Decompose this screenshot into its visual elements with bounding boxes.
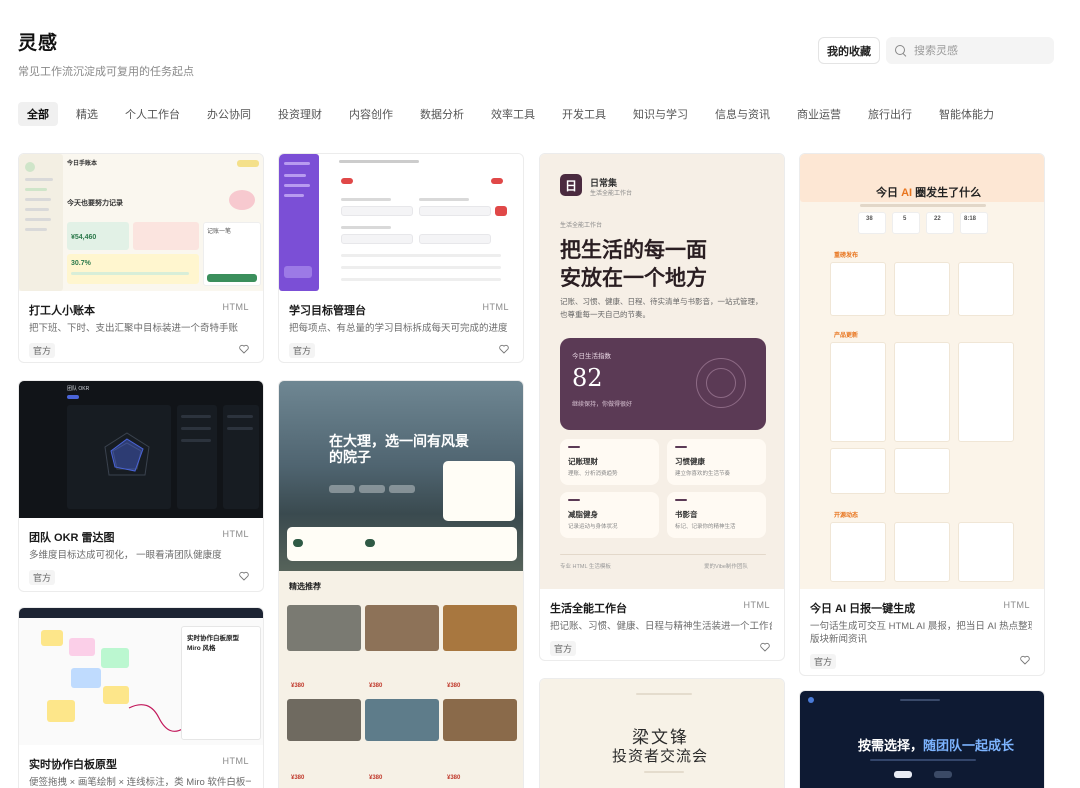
card-description: 把下班、下时、支出汇聚中目标装进一个奇特手账: [29, 323, 239, 334]
tab-all[interactable]: 全部: [18, 102, 58, 126]
thumb-ai-daily: 今日 AI 圈发生了什么 38 5 22 8:18 重磅发布 产品更新 开源动态: [800, 154, 1044, 589]
page-header: 灵感 常见工作流沉淀成可复用的任务起点: [18, 28, 194, 79]
card-description: 便签拖拽 × 画笔绘制 × 连线标注，类 Miro 软件白板一键生: [29, 777, 251, 788]
card-study[interactable]: 学习目标管理台 HTML 把每项点、有总量的学习目标拆成每天可完成的进度 官方: [278, 153, 524, 363]
card-type-badge: HTML: [222, 529, 249, 539]
thumb-team-plan: 按需选择，随团队一起成长: [800, 691, 1044, 788]
thumb-study: [279, 154, 523, 291]
card-type-badge: HTML: [482, 302, 509, 312]
tab-content[interactable]: 内容创作: [340, 102, 402, 126]
card-okr[interactable]: 团队 OKR 团队 OKR 雷达图 HTML 多维度目标达成可视化， 一眼看清团…: [18, 380, 264, 592]
card-title: 团队 OKR 雷达图: [29, 532, 115, 544]
official-tag: 官方: [289, 343, 316, 358]
card-type-badge: HTML: [222, 302, 249, 312]
card-investor[interactable]: 梁文锋 投资者交流会: [539, 678, 785, 788]
card-title: 生活全能工作台: [550, 603, 627, 615]
tab-travel[interactable]: 旅行出行: [859, 102, 921, 126]
search-input[interactable]: [914, 44, 1044, 57]
thumb-ledger: 今日手账本 今天也要努力记录 ¥54,460 记账一笔 30.7%: [19, 154, 263, 291]
thumb-travel: 在大理，选一间有风景 的院子 精选推荐 ¥380 ¥380 ¥380 ¥380 …: [279, 381, 523, 788]
heart-icon[interactable]: [760, 642, 770, 652]
official-tag: 官方: [29, 570, 56, 585]
search-icon: [895, 44, 907, 57]
thumb-okr: 团队 OKR: [19, 381, 263, 518]
tab-featured[interactable]: 精选: [67, 102, 107, 126]
card-whiteboard[interactable]: 实时协作白板原型 Miro 风格 实时协作白板原型 HTML 便签拖拽 × 画笔…: [18, 607, 264, 788]
search-box[interactable]: [886, 37, 1054, 64]
card-type-badge: HTML: [1003, 600, 1030, 610]
card-ledger[interactable]: 今日手账本 今天也要努力记录 ¥54,460 记账一笔 30.7% 打工人小账本…: [18, 153, 264, 363]
card-title: 实时协作白板原型: [29, 759, 117, 771]
card-travel[interactable]: 在大理，选一间有风景 的院子 精选推荐 ¥380 ¥380 ¥380 ¥380 …: [278, 380, 524, 788]
card-description: 多维度目标达成可视化， 一眼看清团队健康度: [29, 550, 222, 561]
card-type-badge: HTML: [743, 600, 770, 610]
card-life[interactable]: 日 日常集 生活全能工作台 生活全能工作台 把生活的每一面 安放在一个地方 记账…: [539, 153, 785, 661]
official-tag: 官方: [29, 343, 56, 358]
thumb-life: 日 日常集 生活全能工作台 生活全能工作台 把生活的每一面 安放在一个地方 记账…: [540, 154, 784, 589]
heart-icon[interactable]: [239, 571, 249, 581]
tab-learning[interactable]: 知识与学习: [624, 102, 697, 126]
heart-icon[interactable]: [499, 344, 509, 354]
tab-data[interactable]: 数据分析: [411, 102, 473, 126]
card-title: 今日 AI 日报一键生成: [810, 603, 916, 615]
tab-business[interactable]: 商业运营: [788, 102, 850, 126]
page-subtitle: 常见工作流沉淀成可复用的任务起点: [18, 66, 194, 78]
tab-dev[interactable]: 开发工具: [553, 102, 615, 126]
card-title: 学习目标管理台: [289, 305, 366, 317]
tab-finance[interactable]: 投资理财: [269, 102, 331, 126]
tab-news[interactable]: 信息与资讯: [706, 102, 779, 126]
card-type-badge: HTML: [222, 756, 249, 766]
card-description-line-2: 版块新闻资讯: [810, 634, 868, 645]
heart-icon[interactable]: [1020, 655, 1030, 665]
card-team-plan[interactable]: 按需选择，随团队一起成长: [799, 690, 1045, 788]
favorites-button[interactable]: 我的收藏: [818, 37, 880, 64]
heart-icon[interactable]: [239, 344, 249, 354]
card-description: 把每项点、有总量的学习目标拆成每天可完成的进度: [289, 323, 508, 334]
tab-efficiency[interactable]: 效率工具: [482, 102, 544, 126]
thumb-investor: 梁文锋 投资者交流会: [540, 679, 784, 788]
official-tag: 官方: [810, 654, 837, 669]
thumb-whiteboard: 实时协作白板原型 Miro 风格: [19, 608, 263, 745]
official-tag: 官方: [550, 641, 577, 656]
tab-office[interactable]: 办公协同: [198, 102, 260, 126]
page-title: 灵感: [18, 33, 59, 54]
tab-agent[interactable]: 智能体能力: [930, 102, 1003, 126]
card-description: 把记账、习惯、健康、日程与精神生活装进一个工作台: [550, 621, 772, 632]
card-description: 一句话生成可交互 HTML AI 晨报，把当日 AI 热点整理成五: [810, 621, 1032, 632]
card-title: 打工人小账本: [29, 305, 95, 317]
tab-personal[interactable]: 个人工作台: [116, 102, 189, 126]
category-tabs: 全部 精选 个人工作台 办公协同 投资理财 内容创作 数据分析 效率工具 开发工…: [18, 102, 1012, 126]
card-ai-daily[interactable]: 今日 AI 圈发生了什么 38 5 22 8:18 重磅发布 产品更新 开源动态…: [799, 153, 1045, 676]
